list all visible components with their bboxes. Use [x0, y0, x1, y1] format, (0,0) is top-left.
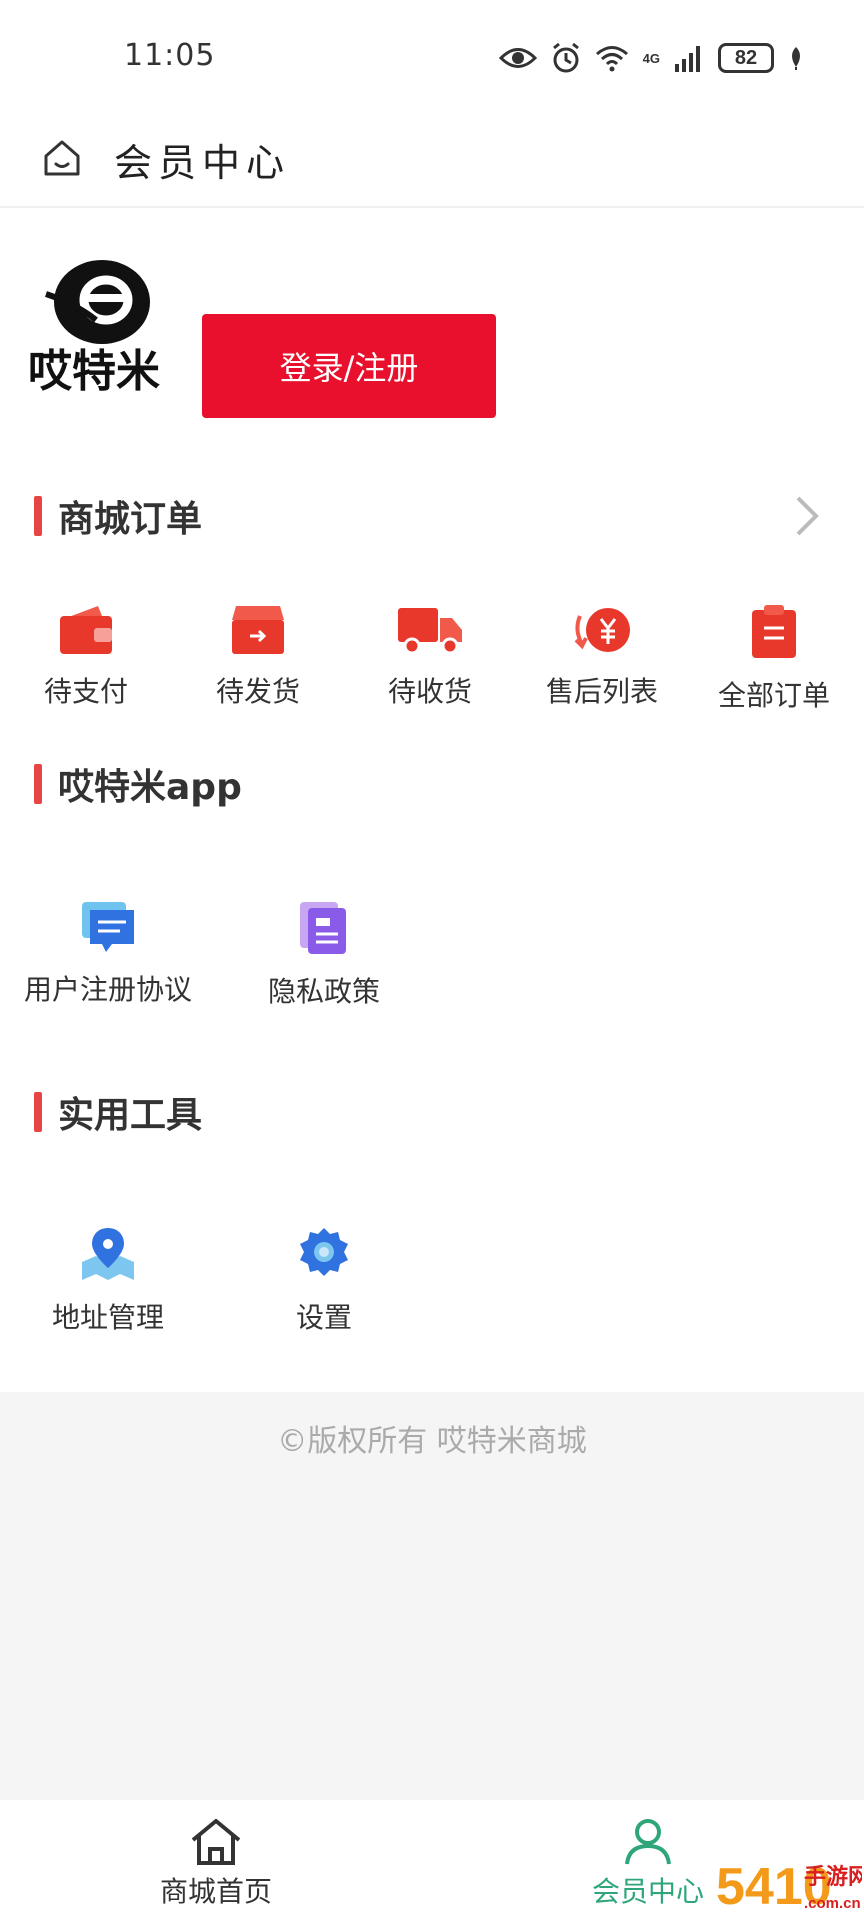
user-agreement-link[interactable]: 用户注册协议 — [22, 900, 194, 1008]
login-register-button[interactable]: 登录/注册 — [202, 314, 496, 418]
status-icons: 4G 82 — [498, 40, 804, 76]
wifi-icon — [595, 46, 628, 72]
address-management-link[interactable]: 地址管理 — [22, 1226, 194, 1336]
footer-area: ©版权所有 哎特米商城 — [0, 1392, 864, 1800]
wallet-icon — [60, 606, 112, 654]
nav-label: 商城首页 — [159, 1875, 272, 1908]
leaf-icon — [792, 47, 800, 70]
app-item-label: 隐私政策 — [267, 975, 380, 1008]
settings-link[interactable]: 设置 — [238, 1226, 410, 1336]
privacy-policy-link[interactable]: 隐私政策 — [238, 900, 410, 1010]
copyright-text: ©版权所有 哎特米商城 — [277, 1424, 587, 1459]
order-pending-receipt[interactable]: 待收货 — [344, 604, 516, 710]
tools-title-text: 实用工具 — [58, 1095, 203, 1136]
app-section-title: 哎特米app — [34, 758, 242, 810]
site-watermark: 5410 手游网 .com.cn — [716, 1858, 862, 1916]
status-bar: 11:05 4G 82 — [0, 0, 864, 110]
refund-icon — [574, 608, 630, 652]
section-bar — [34, 1092, 42, 1132]
home-icon[interactable] — [42, 138, 82, 178]
network-type: 4G — [642, 50, 660, 66]
home-icon — [191, 1819, 241, 1865]
gear-icon — [300, 1228, 348, 1276]
signal-icon — [675, 46, 700, 72]
document-icon — [300, 902, 346, 954]
user-icon — [625, 1819, 671, 1865]
app-item-label: 用户注册协议 — [23, 973, 192, 1006]
brand-text: 哎特米 — [28, 346, 160, 397]
box-icon — [232, 606, 284, 654]
order-all[interactable]: 全部订单 — [688, 604, 860, 714]
section-bar — [34, 496, 42, 536]
chat-doc-icon — [82, 902, 134, 952]
battery-indicator: 82 — [718, 43, 774, 73]
svg-text:手游网: 手游网 — [804, 1864, 862, 1890]
order-pending-shipment[interactable]: 待发货 — [172, 604, 344, 710]
bottom-navigation: 商城首页 会员中心 5410 手游网 .com.cn — [0, 1800, 864, 1920]
truck-icon — [398, 608, 462, 655]
tool-item-label: 设置 — [295, 1301, 352, 1334]
order-item-label: 待支付 — [43, 675, 128, 708]
location-icon — [82, 1228, 134, 1280]
orders-title-text: 商城订单 — [58, 499, 203, 540]
order-item-label: 待收货 — [387, 675, 472, 708]
app-title-text: 哎特米app — [58, 767, 242, 808]
order-pending-payment[interactable]: 待支付 — [0, 604, 172, 710]
chevron-right-icon[interactable] — [792, 494, 822, 538]
brand-logo: 哎特米 — [28, 260, 160, 397]
order-item-label: 售后列表 — [545, 675, 658, 708]
tools-section-title: 实用工具 — [34, 1086, 202, 1138]
nav-mall-home[interactable]: 商城首页 — [116, 1818, 316, 1910]
eye-icon — [498, 48, 537, 68]
order-item-label: 待发货 — [215, 675, 300, 708]
section-bar — [34, 764, 42, 804]
orders-section-title: 商城订单 — [34, 490, 202, 542]
status-time: 11:05 — [124, 38, 216, 73]
clipboard-icon — [752, 605, 796, 658]
order-item-label: 全部订单 — [717, 679, 830, 712]
tool-item-label: 地址管理 — [51, 1301, 164, 1334]
alarm-icon — [552, 42, 579, 73]
page-header: 会员中心 — [0, 110, 864, 208]
page-title: 会员中心 — [114, 141, 291, 185]
svg-text:.com.cn: .com.cn — [804, 1895, 861, 1912]
order-after-sales[interactable]: 售后列表 — [516, 604, 688, 710]
